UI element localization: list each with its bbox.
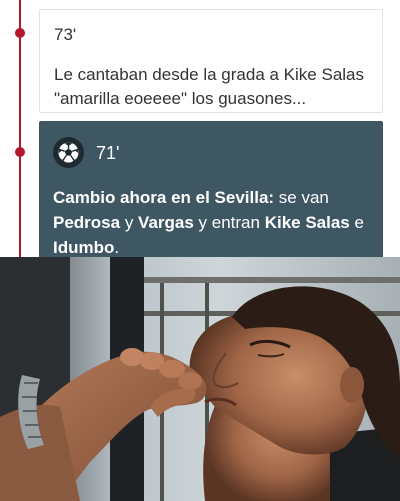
player-name: Vargas (138, 213, 194, 232)
soccer-ball-icon (53, 137, 84, 168)
entry-minute: 73' (54, 25, 77, 44)
live-blog-timeline: 73' Le cantaban desde la grada a Kike Sa… (0, 0, 400, 260)
entry-text-part: e (349, 213, 364, 232)
entry-text-part: y entran (193, 213, 265, 232)
page: 73' Le cantaban desde la grada a Kike Sa… (0, 0, 400, 501)
timeline-entry-71-substitution: 71' Cambio ahora en el Sevilla: se van P… (39, 121, 383, 260)
entry-text: Cambio ahora en el Sevilla: se van Pedro… (53, 185, 373, 260)
timeline-dot (15, 147, 25, 157)
timeline-entry-73: 73' Le cantaban desde la grada a Kike Sa… (39, 9, 383, 113)
player-name: Idumbo (53, 238, 115, 257)
entry-text-part: y (120, 213, 139, 232)
entry-minute: 71' (96, 143, 120, 163)
player-name: Kike Salas (264, 213, 350, 232)
timeline-line (19, 0, 21, 260)
entry-lead: Cambio ahora en el Sevilla: (53, 188, 275, 207)
timeline-dot (15, 28, 25, 38)
man-kissing-fingertips-photo (0, 257, 400, 501)
player-name: Pedrosa (53, 213, 121, 232)
entry-text-part: . (114, 238, 120, 257)
entry-text-part: se van (274, 188, 329, 207)
entry-text: Le cantaban desde la grada a Kike Salas … (54, 65, 365, 108)
